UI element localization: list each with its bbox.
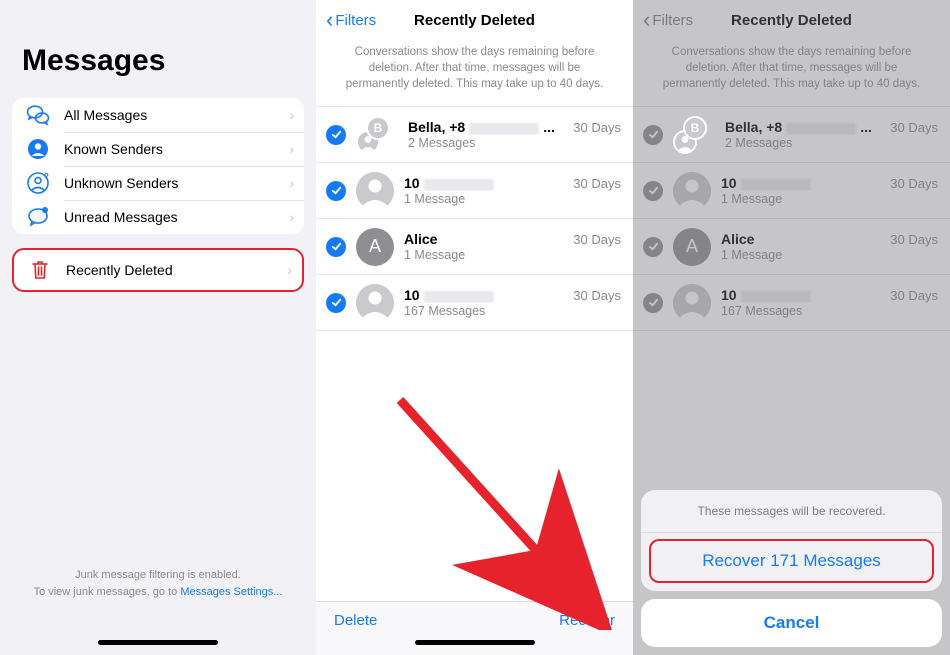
conversation-main: Bella, +8... 30 Days2 Messages [408, 119, 621, 150]
avatar: B [356, 116, 398, 154]
nav-title: Recently Deleted [414, 12, 535, 29]
avatar [356, 172, 394, 210]
action-sheet: These messages will be recovered. Recove… [641, 490, 942, 647]
filter-known-senders[interactable]: Known Senders › [12, 132, 304, 166]
chevron-right-icon: › [287, 262, 292, 278]
back-label: Filters [335, 12, 376, 29]
delete-button[interactable]: Delete [334, 612, 377, 629]
avatar [356, 284, 394, 322]
conversation-name: 10 [404, 287, 494, 303]
bottom-toolbar: Delete Recover [316, 601, 633, 655]
filter-all-messages[interactable]: All Messages › [12, 98, 304, 132]
checkbox-selected-icon[interactable] [326, 125, 346, 145]
days-remaining: 30 Days [573, 176, 621, 191]
filter-label: All Messages [64, 107, 289, 123]
conversation-main: 10 30 Days1 Message [404, 175, 621, 206]
chevron-right-icon: › [289, 141, 294, 157]
conversation-row[interactable]: 10 30 Days167 Messages [316, 275, 633, 331]
cancel-button[interactable]: Cancel [641, 599, 942, 647]
filter-unknown-senders[interactable]: ? Unknown Senders › [12, 166, 304, 200]
conversation-row[interactable]: B Bella, +8... 30 Days2 Messages [316, 107, 633, 163]
conversation-name: Alice [404, 231, 437, 247]
bubbles-icon [24, 104, 52, 126]
checkbox-selected-icon[interactable] [326, 293, 346, 313]
filter-unread-messages[interactable]: Unread Messages › [12, 200, 304, 234]
days-remaining: 30 Days [573, 120, 621, 135]
conversation-row[interactable]: 10 30 Days1 Message [316, 163, 633, 219]
svg-text:?: ? [44, 172, 49, 181]
panel-recover-sheet: ‹ Filters Recently Deleted Conversations… [633, 0, 950, 655]
recover-button[interactable]: Recover [559, 612, 615, 629]
checkbox-selected-icon[interactable] [326, 181, 346, 201]
filter-label: Unread Messages [64, 209, 289, 225]
footer-text: Junk message filtering is enabled. To vi… [0, 567, 316, 600]
message-count: 1 Message [404, 192, 621, 206]
nav-bar: ‹ Filters Recently Deleted [316, 0, 633, 40]
action-sheet-card: These messages will be recovered. Recove… [641, 490, 942, 591]
message-count: 2 Messages [408, 136, 621, 150]
home-indicator [98, 640, 218, 645]
back-button[interactable]: ‹ Filters [326, 0, 376, 40]
panel-recently-deleted: ‹ Filters Recently Deleted Conversations… [316, 0, 633, 655]
recover-messages-button[interactable]: Recover 171 Messages [649, 539, 934, 583]
more-icon: ... [539, 119, 559, 135]
panel-filters: Messages All Messages › Known Senders › … [0, 0, 316, 655]
conversation-name: 10 [404, 175, 494, 191]
days-remaining: 30 Days [573, 288, 621, 303]
conversation-list: BBella, +8...30 Days2 Messages1030 Days1… [316, 106, 633, 331]
person-icon [24, 138, 52, 160]
filter-label: Unknown Senders [64, 175, 289, 191]
filter-list: All Messages › Known Senders › ? Unknown… [12, 98, 304, 234]
avatar: A [356, 228, 394, 266]
conversation-main: Alice 30 Days1 Message [404, 231, 621, 262]
chevron-right-icon: › [289, 175, 294, 191]
sheet-message: These messages will be recovered. [641, 490, 942, 533]
person-question-icon: ? [24, 172, 52, 194]
info-text: Conversations show the days remaining be… [316, 40, 633, 106]
messages-settings-link[interactable]: Messages Settings... [180, 586, 282, 598]
filter-label: Known Senders [64, 141, 289, 157]
chevron-right-icon: › [289, 107, 294, 123]
page-title: Messages [0, 0, 316, 78]
home-indicator [415, 640, 535, 645]
conversation-name: Bella, +8... [408, 119, 559, 135]
bubble-dot-icon [24, 206, 52, 228]
filter-recently-deleted[interactable]: Recently Deleted › [14, 250, 302, 290]
footer-line1: Junk message filtering is enabled. [75, 569, 241, 581]
filter-label: Recently Deleted [66, 262, 287, 278]
message-count: 167 Messages [404, 304, 621, 318]
recently-deleted-group: Recently Deleted › [12, 248, 304, 292]
checkbox-selected-icon[interactable] [326, 237, 346, 257]
trash-icon [26, 259, 54, 281]
conversation-main: 10 30 Days167 Messages [404, 287, 621, 318]
days-remaining: 30 Days [573, 232, 621, 247]
footer-line2: To view junk messages, go to [34, 586, 181, 598]
conversation-row[interactable]: A Alice 30 Days1 Message [316, 219, 633, 275]
chevron-right-icon: › [289, 209, 294, 225]
message-count: 1 Message [404, 248, 621, 262]
chevron-left-icon: ‹ [326, 9, 333, 31]
